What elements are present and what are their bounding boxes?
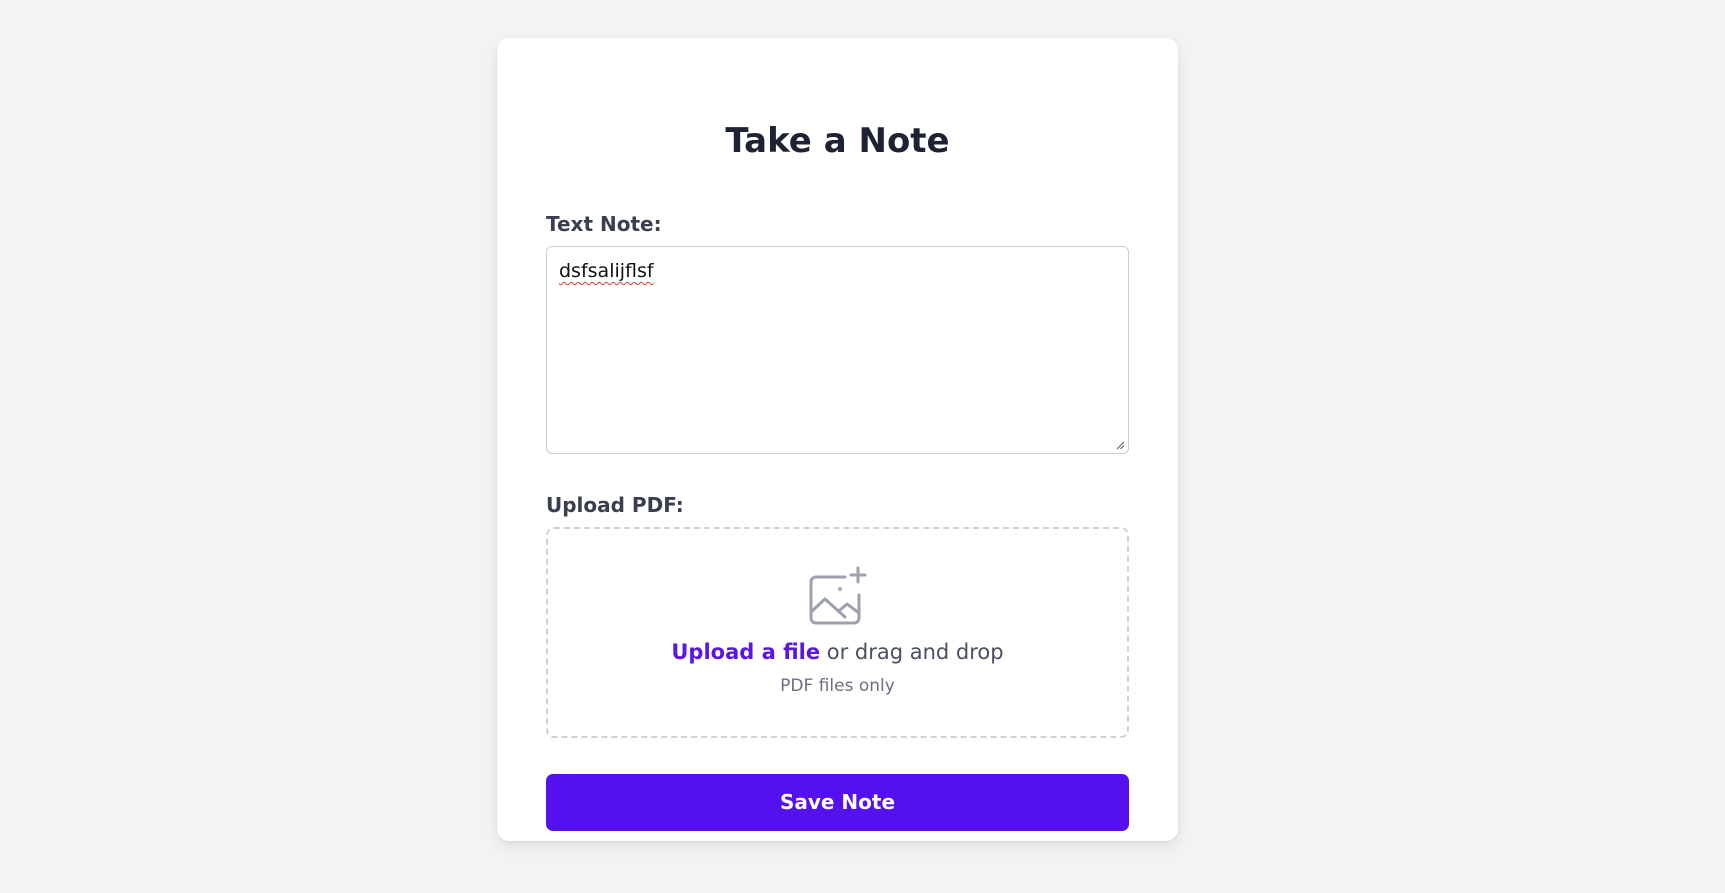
page-title: Take a Note (725, 121, 950, 161)
upload-pdf-label: Upload PDF: (546, 493, 684, 517)
text-note-textarea[interactable]: dsfsalijflsf (546, 246, 1129, 454)
image-add-icon (809, 566, 867, 625)
note-card: Take a Note Text Note: dsfsalijflsf Uplo… (497, 38, 1178, 841)
dropzone-hint: PDF files only (780, 676, 895, 696)
dropzone-text: Upload a file or drag and drop (548, 642, 1127, 663)
dropzone-rest-text: or drag and drop (820, 640, 1004, 664)
save-note-button[interactable]: Save Note (546, 774, 1129, 831)
pdf-dropzone[interactable]: Upload a file or drag and drop PDF files… (546, 527, 1129, 738)
text-note-value: dsfsalijflsf (559, 260, 654, 282)
text-note-label: Text Note: (546, 212, 662, 236)
upload-file-link[interactable]: Upload a file (671, 640, 820, 664)
resize-handle-icon[interactable] (1116, 441, 1125, 450)
